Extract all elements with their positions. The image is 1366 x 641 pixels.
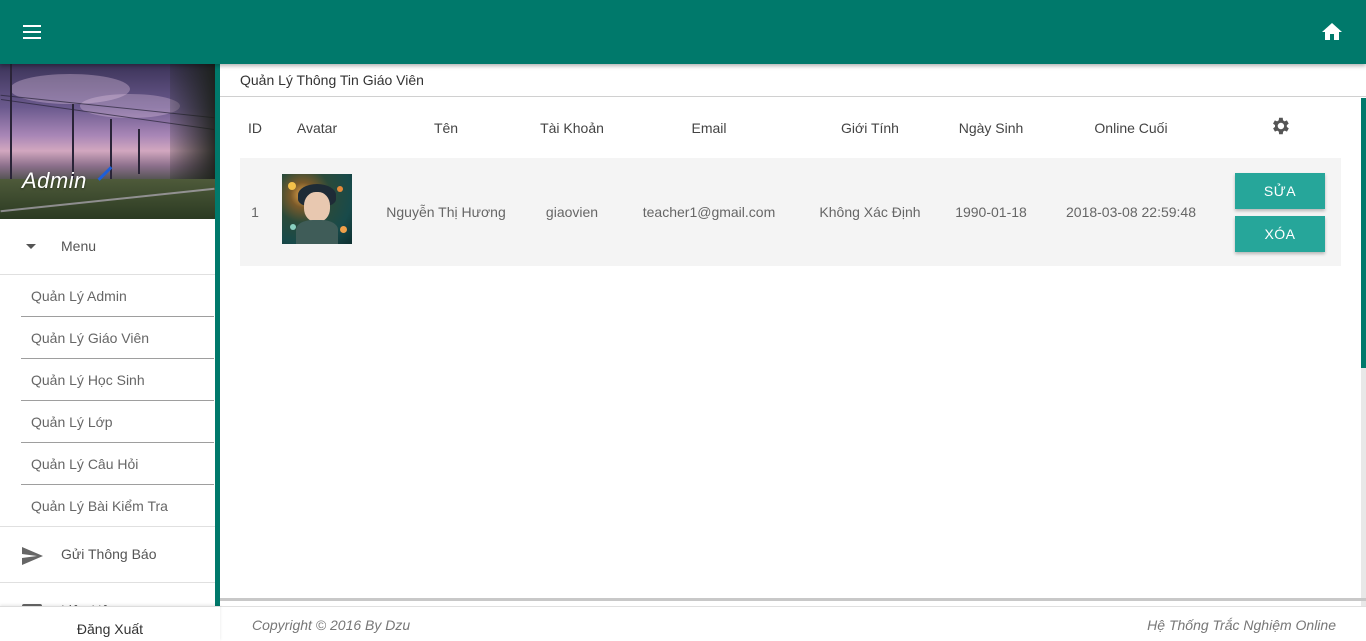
sidebar-item-students[interactable]: Quản Lý Học Sinh — [21, 359, 214, 401]
column-header-avatar: Avatar — [296, 120, 338, 136]
admin-label: Admin — [22, 168, 87, 193]
column-header-birthday: Ngày Sinh — [958, 120, 1024, 136]
cell-account: giaovien — [545, 204, 599, 220]
copyright-text: Copyright © 2016 By Dzu — [252, 617, 411, 633]
sidebar-item-send-notice[interactable]: Gửi Thông Báo — [0, 526, 215, 582]
cell-gender: Không Xác Định — [819, 204, 921, 220]
sidebar-item-questions[interactable]: Quản Lý Câu Hỏi — [21, 443, 214, 485]
home-icon[interactable] — [1320, 20, 1344, 44]
cell-id: 1 — [251, 204, 259, 220]
menu-toggle[interactable]: Menu — [0, 219, 215, 275]
footer: Copyright © 2016 By Dzu Hệ Thống Trắc Ng… — [220, 606, 1366, 641]
send-notice-label: Gửi Thông Báo — [61, 546, 157, 562]
sidebar-item-classes[interactable]: Quản Lý Lớp — [21, 401, 214, 443]
menu-label: Menu — [61, 238, 97, 254]
avatar — [282, 174, 352, 244]
divider — [220, 96, 1366, 97]
divider — [220, 598, 1366, 601]
column-header-email: Email — [691, 120, 727, 136]
top-app-bar — [0, 0, 1366, 64]
column-header-gender: Giới Tính — [841, 120, 899, 136]
profile-banner: Admin — [0, 64, 215, 219]
system-name: Hệ Thống Trắc Nghiệm Online — [1147, 617, 1336, 633]
edit-button[interactable]: SỬA — [1235, 173, 1325, 209]
column-header-name: Tên — [433, 120, 459, 136]
cell-last-online: 2018-03-08 22:59:48 — [1066, 204, 1196, 220]
column-header-last-online: Online Cuối — [1094, 120, 1168, 136]
sidebar-item-teachers[interactable]: Quản Lý Giáo Viên — [21, 317, 214, 359]
gear-icon[interactable] — [1269, 115, 1291, 137]
column-header-id: ID — [248, 120, 262, 136]
column-header-account: Tài Khoản — [540, 120, 604, 136]
delete-button[interactable]: XÓA — [1235, 216, 1325, 252]
scrollbar-thumb[interactable] — [1361, 98, 1366, 368]
send-icon — [20, 544, 44, 568]
cell-name: Nguyễn Thị Hương — [386, 204, 506, 220]
page-title: Quản Lý Thông Tin Giáo Viên — [240, 72, 424, 88]
caret-down-icon — [26, 244, 36, 249]
cell-email: teacher1@gmail.com — [642, 204, 776, 220]
sidebar-item-admin[interactable]: Quản Lý Admin — [21, 275, 214, 317]
cell-birthday: 1990-01-18 — [955, 204, 1027, 220]
hamburger-icon[interactable] — [20, 20, 44, 44]
main-content: Quản Lý Thông Tin Giáo Viên ID Avatar Tê… — [220, 64, 1366, 606]
sidebar-item-tests[interactable]: Quản Lý Bài Kiểm Tra — [21, 485, 214, 527]
logout-button[interactable]: Đăng Xuất — [0, 606, 220, 641]
sidebar: Admin Menu Quản Lý Admin Quản Lý Giáo Vi… — [0, 64, 220, 641]
